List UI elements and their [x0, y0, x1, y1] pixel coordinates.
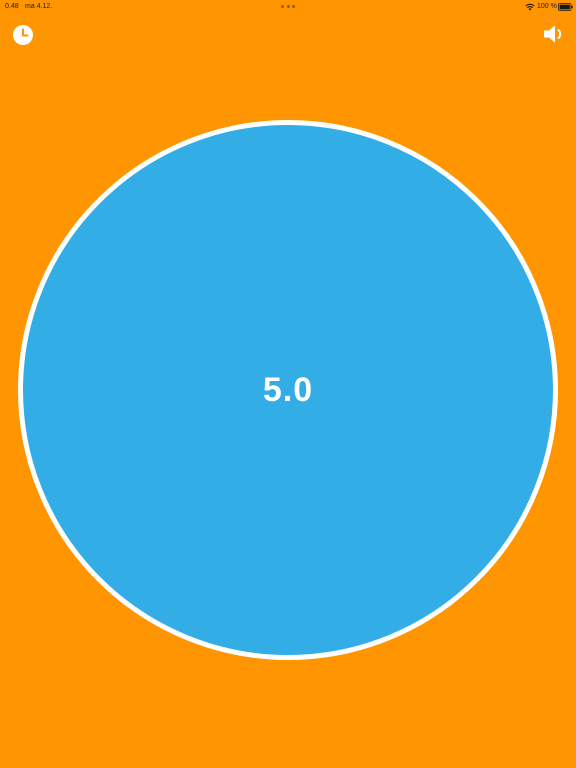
clock-icon[interactable] — [12, 24, 34, 46]
battery-percent: 100 % — [537, 3, 557, 10]
timer-circle-button[interactable]: 5.0 — [18, 120, 558, 660]
battery-icon — [558, 3, 573, 11]
status-date: ma 4.12. — [25, 3, 53, 10]
status-bar: 0.48 ma 4.12. 100 % — [0, 0, 576, 14]
wifi-icon — [525, 3, 535, 11]
multitasking-dots-icon[interactable] — [281, 5, 295, 8]
status-time: 0.48 — [5, 3, 19, 10]
speaker-icon[interactable] — [542, 23, 566, 45]
timer-value: 5.0 — [262, 370, 314, 409]
app-screen: 0.48 ma 4.12. 100 % 5.0 — [0, 0, 576, 768]
